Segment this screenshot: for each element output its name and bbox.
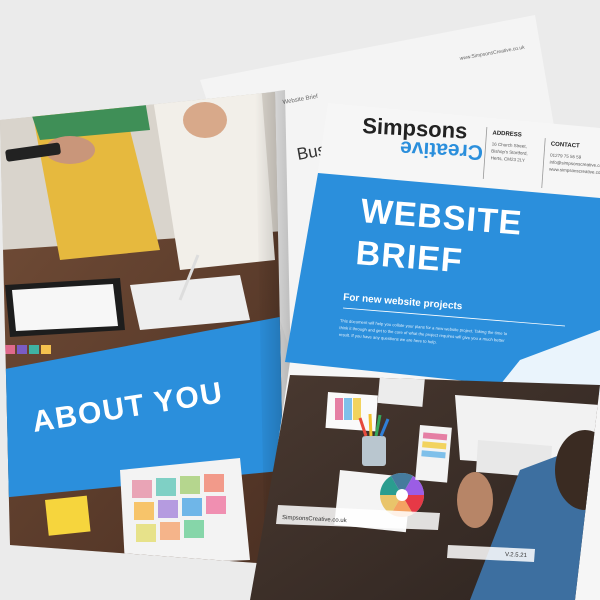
photo-hand <box>457 472 493 528</box>
left-brochure-page: ABOUT YOU <box>0 90 295 566</box>
cover-photo <box>250 375 600 600</box>
photo-swatch-card <box>120 458 250 565</box>
logo-wordmark-line2: Creative <box>400 136 484 163</box>
photo-notebook <box>377 375 425 407</box>
mockup-illustration: Website Brief www.SimpsonsCreative.co.uk… <box>0 15 600 600</box>
version-label: V.2.5.21 <box>505 552 528 559</box>
photo-sticky-note <box>45 495 91 536</box>
photo-swatch-strip <box>335 398 361 420</box>
product-mockup-scene: Website Brief www.SimpsonsCreative.co.uk… <box>0 0 600 600</box>
